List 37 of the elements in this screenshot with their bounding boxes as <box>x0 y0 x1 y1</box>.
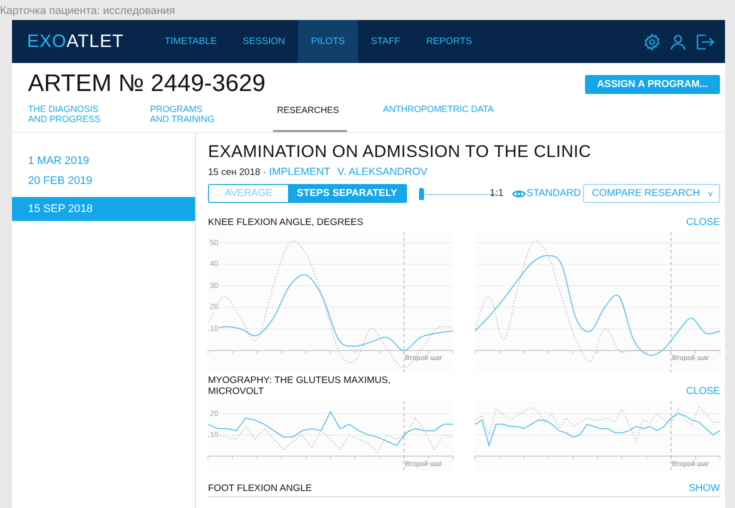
nav-item[interactable]: TIMETABLE <box>152 20 230 63</box>
nav-item[interactable]: SESSION <box>230 20 298 63</box>
logo: EXOATLET <box>27 31 124 52</box>
date-item[interactable]: 20 FEB 2019 <box>12 171 195 191</box>
tab[interactable]: RESEARCHES <box>273 102 348 132</box>
section-toggle-link[interactable]: CLOSE <box>686 386 720 397</box>
examination-date: 15 сен 2018 · <box>208 167 266 178</box>
nav-item[interactable]: REPORTS <box>413 20 485 63</box>
mode-toggle[interactable]: STEPS SEPARATELY <box>288 185 406 202</box>
compare-dropdown[interactable]: COMPARE RESEARCH ˅ <box>582 184 720 203</box>
standard-toggle[interactable]: STANDARD <box>512 188 581 199</box>
examination-title: EXAMINATION ON ADMISSION TO THE CLINIC <box>208 142 592 162</box>
doctor-link[interactable]: V. ALEKSANDROV <box>337 166 428 178</box>
tab[interactable]: PROGRAMS AND TRAINING <box>150 102 273 132</box>
tab[interactable]: ANTHROPOMETRIC DATA <box>383 102 524 132</box>
tab[interactable]: THE DIAGNOSIS AND PROGRESS <box>28 102 150 132</box>
date-item[interactable]: 1 MAR 2019 <box>12 151 195 171</box>
slider-thumb[interactable] <box>419 188 424 200</box>
settings-icon[interactable] <box>643 32 661 50</box>
section-toggle-link[interactable]: CLOSE <box>686 217 720 228</box>
date-item[interactable]: 15 SEP 2018 <box>12 197 195 221</box>
window-title: Карточка пациента: исследования <box>0 4 176 19</box>
assign-program-button[interactable]: ASSIGN A PROGRAM... <box>585 74 720 94</box>
zoom-reading: 1:1 <box>490 188 504 199</box>
logout-icon[interactable] <box>695 32 715 50</box>
section-title: KNEE FLEXION ANGLE, DEGREES <box>208 217 364 228</box>
section-title: MYOGRAPHY: THE GLUTEUS MAXIMUS, MICROVOLT <box>208 375 390 397</box>
eye-icon <box>512 188 526 198</box>
nav-item[interactable]: PILOTS <box>298 20 358 63</box>
nav-item[interactable]: STAFF <box>358 20 414 63</box>
caret-icon: ˅ <box>708 188 713 198</box>
patient-name: ARTEM № 2449-3629 <box>28 70 266 98</box>
implement-link[interactable]: IMPLEMENT <box>269 166 330 178</box>
section-title: FOOT FLEXION ANGLE <box>208 483 312 494</box>
section-toggle-link[interactable]: SHOW <box>688 483 720 494</box>
user-icon[interactable] <box>669 32 687 50</box>
step-divider <box>670 400 672 472</box>
